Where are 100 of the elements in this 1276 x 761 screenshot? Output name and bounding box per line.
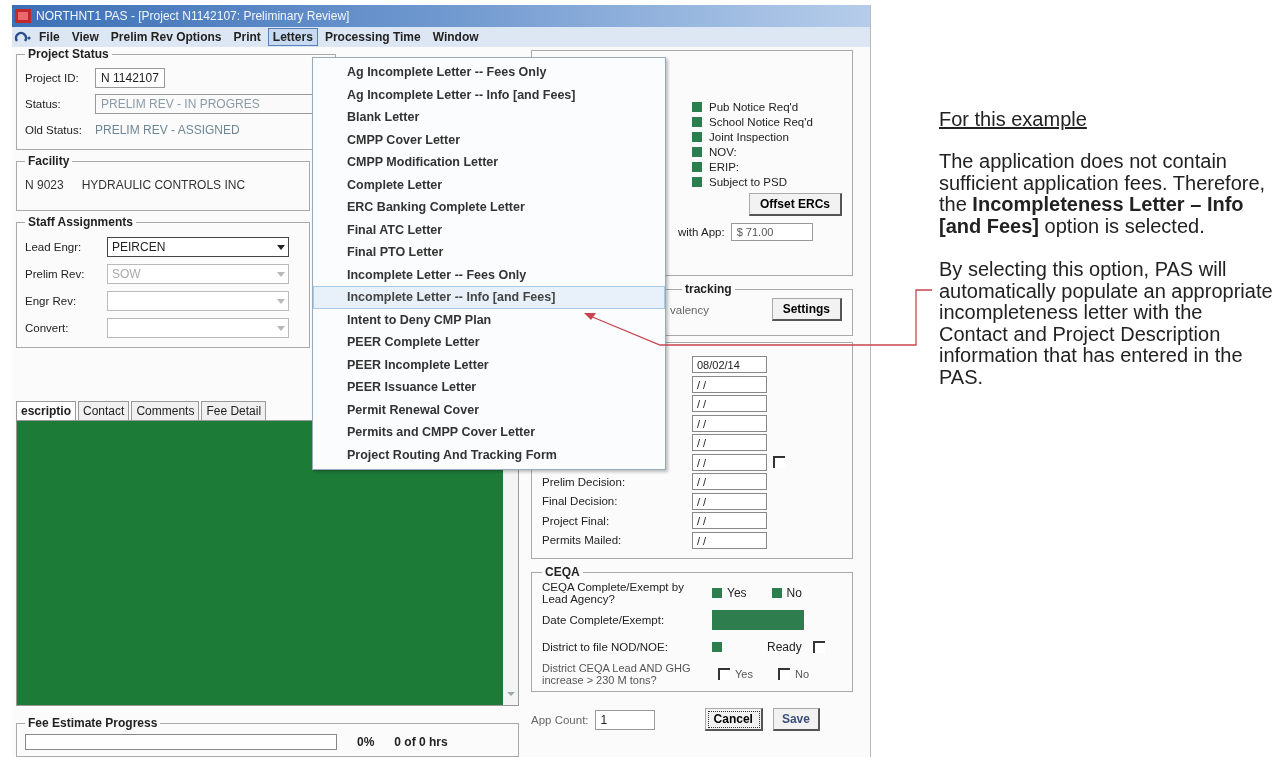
indicator-icon [712, 587, 722, 598]
save-button[interactable]: Save [772, 708, 820, 731]
tab[interactable]: Contact [78, 401, 130, 420]
facility-name: HYDRAULIC CONTROLS INC [81, 178, 246, 192]
menu-item[interactable]: Project Routing And Tracking Form [313, 443, 665, 466]
field-label: Date Complete/Exempt: [542, 613, 666, 626]
no-label: No [794, 667, 809, 680]
app-icon [15, 9, 31, 23]
panel-title: Staff Assignments [27, 215, 134, 229]
date-field[interactable]: / / [692, 473, 767, 491]
menu-app-icon[interactable] [14, 30, 32, 44]
menu-item[interactable]: Intent to Deny CMP Plan [313, 308, 665, 331]
date-label: Permits Mailed: [542, 534, 623, 547]
checkbox[interactable] [773, 456, 785, 469]
date-field[interactable]: / / [692, 434, 767, 452]
menu-item[interactable]: Permit Renewal Cover [313, 398, 665, 421]
field-label: District to file NOD/NOE: [542, 640, 669, 653]
menu-item[interactable]: Permits and CMPP Cover Letter [313, 421, 665, 444]
panel-title: Facility [27, 154, 71, 168]
date-label: Prelim Decision: [542, 475, 627, 488]
menu-item[interactable]: Incomplete Letter -- Info [and Fees] [313, 286, 665, 309]
menu-item[interactable]: PEER Complete Letter [313, 331, 665, 354]
menu-item[interactable]: File [34, 28, 65, 46]
date-label: Final Decision: [542, 495, 619, 508]
checkbox[interactable] [718, 667, 730, 680]
field-label: Old Status: [25, 124, 83, 136]
menu-item[interactable]: Processing Time [319, 28, 426, 46]
menu-item[interactable]: Print [228, 28, 266, 46]
field-label: Engr Rev: [25, 294, 78, 307]
project-id-field[interactable]: N 1142107 [95, 68, 165, 88]
app-count-label: App Count: [531, 713, 589, 726]
field-label: Prelim Rev: [25, 267, 86, 280]
old-status-value: PRELIM REV - ASSIGNED [95, 123, 240, 137]
field-label: Project ID: [25, 72, 80, 84]
indicator-icon [771, 587, 782, 598]
facility-id: N 9023 [25, 178, 64, 192]
panel-title: Fee Estimate Progress [27, 716, 159, 730]
ready-label: Ready [767, 639, 802, 654]
cancel-button[interactable]: Cancel [704, 708, 763, 731]
checkbox[interactable] [812, 640, 825, 653]
ceqa-question: CEQA Complete/Exempt by Lead Agency? [542, 580, 685, 605]
flag-label: School Notice Req'd [709, 116, 813, 128]
progress-percent: 0% [357, 735, 375, 749]
progress-hours: 0 of 0 hrs [394, 735, 448, 749]
menu-item[interactable]: PEER Incomplete Letter [313, 353, 665, 376]
flag-label: Joint Inspection [709, 131, 789, 143]
yes-label: Yes [735, 667, 753, 680]
tracking-label: valency [670, 303, 709, 316]
menu-item[interactable]: ERC Banking Complete Letter [313, 196, 665, 219]
panel-title: CEQA [544, 565, 581, 579]
flag-label: Subject to PSD [709, 176, 787, 188]
flag-label: Pub Notice Req'd [709, 101, 799, 113]
menu-item[interactable]: Letters [267, 28, 318, 46]
app-count-field[interactable]: 1 [594, 709, 655, 730]
ceqa-ghg-question: District CEQA Lead AND GHG increase > 230 M tons? [542, 661, 692, 686]
indicator-icon [712, 641, 722, 652]
date-field[interactable]: / / [692, 512, 767, 530]
annotation-paragraph: The application does not contain sufficient application fees. Therefore, the Incompleteness Letter – Info [and Fees] option is selected. [939, 151, 1267, 237]
menu-item[interactable]: Incomplete Letter -- Fees Only [313, 263, 665, 286]
offset-ercs-button[interactable]: Offset ERCs [749, 193, 842, 216]
checkbox[interactable] [777, 667, 790, 680]
tab[interactable]: Comments [131, 401, 200, 420]
tab[interactable]: Fee Detail [201, 401, 267, 420]
menu-item[interactable]: Prelim Rev Options [105, 28, 227, 46]
date-label: Project Final: [542, 514, 611, 527]
menu-item[interactable]: Ag Incomplete Letter -- Fees Only [313, 61, 665, 84]
menu-item[interactable]: View [66, 28, 104, 46]
date-field[interactable]: / / [692, 492, 767, 510]
menu-item[interactable]: Final ATC Letter [313, 218, 665, 241]
settings-button[interactable]: Settings [771, 298, 842, 321]
menu-item[interactable]: CMPP Modification Letter [313, 151, 665, 174]
menu-item[interactable]: Window [427, 28, 484, 46]
fee-label: with App: [678, 226, 725, 238]
no-label: No [786, 585, 802, 600]
dropdown-field[interactable]: PEIRCEN [107, 236, 289, 257]
panel-title: Project Status [27, 47, 110, 61]
date-field[interactable]: / / [692, 375, 767, 393]
field-label: Lead Engr: [25, 240, 83, 253]
menu-item[interactable]: CMPP Cover Letter [313, 128, 665, 151]
menu-item[interactable]: Final PTO Letter [313, 241, 665, 264]
date-exempt-field[interactable] [712, 609, 804, 630]
annotation-paragraph: By selecting this option, PAS will automatically populate an appropriate incompleteness letter with the Contact and Project Description information that has entered in the PAS. [939, 259, 1274, 388]
scroll-down-icon [505, 691, 516, 697]
date-field[interactable]: / / [692, 531, 767, 549]
field-label: Convert: [25, 321, 70, 334]
fee-field[interactable]: $ 71.00 [730, 223, 813, 241]
menu-item[interactable]: Complete Letter [313, 173, 665, 196]
date-field[interactable]: / / [692, 395, 767, 413]
date-field[interactable]: / / [692, 453, 767, 471]
yes-label: Yes [727, 585, 747, 600]
date-field[interactable]: 08/02/14 [692, 356, 767, 374]
flag-label: ERIP: [709, 161, 740, 173]
panel-title: tracking [684, 282, 733, 296]
annotation-heading: For this example [939, 108, 1088, 131]
flag-label: NOV: [709, 146, 737, 158]
date-field[interactable]: / / [692, 414, 767, 432]
tab[interactable]: escriptio [16, 401, 76, 420]
menu-item[interactable]: PEER Issuance Letter [313, 376, 665, 399]
window-title: NORTHNT1 PAS - [Project N1142107: Preliminary Review] [36, 9, 350, 23]
field-label: Status: [25, 98, 62, 110]
